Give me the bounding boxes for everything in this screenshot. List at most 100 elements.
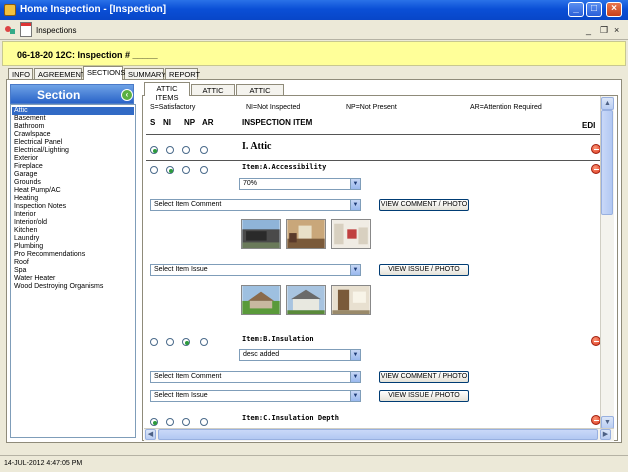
section-item-bathroom[interactable]: Bathroom [14, 123, 134, 131]
section-list-title: Section [37, 88, 81, 102]
window-title-bar: Home Inspection - [Inspection] _ □ × [0, 0, 628, 20]
section-item-roof[interactable]: Roof [14, 259, 134, 267]
issue-photo-2[interactable] [286, 285, 326, 315]
item-a-issue-placeholder: Select Item Issue [154, 266, 208, 273]
scroll-left-icon[interactable]: ◀ [145, 429, 156, 440]
section-item-heat-pump-ac[interactable]: Heat Pump/AC [14, 187, 134, 195]
section-item-water-heater[interactable]: Water Heater [14, 275, 134, 283]
section-item-grounds[interactable]: Grounds [14, 179, 134, 187]
chevron-down-icon[interactable]: ▼ [350, 372, 360, 382]
minimize-button[interactable]: _ [568, 2, 584, 17]
section-item-kitchen[interactable]: Kitchen [14, 227, 134, 235]
chevron-left-icon[interactable]: ‹ [121, 89, 133, 101]
legend-satisfactory: S=Satisfactory [150, 104, 196, 111]
item-b-radio-s[interactable] [150, 338, 158, 346]
section-item-basement[interactable]: Basement [14, 115, 134, 123]
item-b-comment-select[interactable]: Select Item Comment ▼ [150, 371, 361, 383]
column-edit: EDI [582, 121, 596, 130]
section-item-garage[interactable]: Garage [14, 171, 134, 179]
section-item-wood-destroying-organisms[interactable]: Wood Destroying Organisms [14, 283, 134, 291]
tab-sections[interactable]: SECTIONS [83, 66, 125, 80]
item-a-value-select[interactable]: 70% ▼ [239, 178, 361, 190]
item-a-comment-placeholder: Select Item Comment [154, 201, 222, 208]
close-button[interactable]: × [606, 2, 622, 17]
item-c-radio-ar[interactable] [200, 418, 208, 426]
section-item-heating[interactable]: Heating [14, 195, 134, 203]
section-item-interior[interactable]: Interior [14, 211, 134, 219]
item-c-title: Item:C.Insulation Depth [242, 414, 339, 422]
chevron-down-icon[interactable]: ▼ [350, 200, 360, 210]
mdi-restore-button[interactable]: ❐ [600, 25, 608, 36]
status-bar: 14-JUL-2012 4:47:05 PM [0, 455, 628, 472]
item-c-radio-np[interactable] [182, 418, 190, 426]
item-a-radio-ni[interactable] [166, 166, 174, 174]
chevron-down-icon[interactable]: ▼ [350, 179, 360, 189]
item-b-value-select[interactable]: desc added ▼ [239, 349, 361, 361]
horizontal-scroll-thumb[interactable] [158, 429, 598, 440]
scroll-right-icon[interactable]: ▶ [600, 429, 611, 440]
vertical-scroll-thumb[interactable] [601, 110, 613, 215]
scroll-up-icon[interactable]: ▲ [601, 97, 614, 110]
section-item-crawlspace[interactable]: Crawlspace [14, 131, 134, 139]
window-title: Home Inspection - [Inspection] [20, 4, 167, 15]
item-a-view-comment-button[interactable]: VIEW COMMENT / PHOTO [379, 199, 469, 211]
maximize-button[interactable]: □ [586, 2, 602, 17]
item-b-title: Item:B.Insulation [242, 335, 314, 343]
section-item-pro-recommendations[interactable]: Pro Recommendations [14, 251, 134, 259]
section-item-electrical-lighting[interactable]: Electrical/Lighting [14, 147, 134, 155]
item-b-issue-placeholder: Select Item Issue [154, 392, 208, 399]
section-radio-s[interactable] [150, 146, 158, 154]
item-a-comment-select[interactable]: Select Item Comment ▼ [150, 199, 361, 211]
tab-attic-items[interactable]: ATTIC ITEMS [144, 82, 190, 102]
section-radio-ar[interactable] [200, 146, 208, 154]
mdi-close-button[interactable]: × [614, 25, 619, 35]
mdi-child-bar: Inspections _ ❐ × [0, 20, 628, 40]
section-list[interactable]: Attic Basement Bathroom Crawlspace Electrica… [10, 104, 136, 438]
item-a-issue-select[interactable]: Select Item Issue ▼ [150, 264, 361, 276]
section-item-inspection-notes[interactable]: Inspection Notes [14, 203, 134, 211]
section-item-fireplace[interactable]: Fireplace [14, 163, 134, 171]
item-b-radio-ni[interactable] [166, 338, 174, 346]
chevron-down-icon[interactable]: ▼ [350, 265, 360, 275]
document-icon [20, 22, 32, 37]
section-item-exterior[interactable]: Exterior [14, 155, 134, 163]
chevron-down-icon[interactable]: ▼ [350, 350, 360, 360]
section-item-interior-old[interactable]: Interior/old [14, 219, 134, 227]
item-b-view-issue-button[interactable]: VIEW ISSUE / PHOTO [379, 390, 469, 402]
item-a-value: 70% [243, 180, 258, 187]
item-a-radio-np[interactable] [182, 166, 190, 174]
mdi-minimize-button[interactable]: _ [586, 25, 591, 35]
column-np: NP [184, 118, 196, 127]
item-c-radio-s[interactable] [150, 418, 158, 426]
comment-photo-2[interactable] [286, 219, 326, 249]
item-b-comment-placeholder: Select Item Comment [154, 373, 222, 380]
issue-photo-3[interactable] [331, 285, 371, 315]
section-radio-np[interactable] [182, 146, 190, 154]
section-radio-ni[interactable] [166, 146, 174, 154]
item-b-issue-select[interactable]: Select Item Issue ▼ [150, 390, 361, 402]
legend-attention-required: AR=Attention Required [470, 104, 542, 111]
section-item-spa[interactable]: Spa [14, 267, 134, 275]
comment-photo-1[interactable] [241, 219, 281, 249]
item-c-radio-ni[interactable] [166, 418, 174, 426]
column-inspection-item: INSPECTION ITEM [242, 118, 313, 127]
status-datetime: 14-JUL-2012 4:47:05 PM [4, 460, 83, 467]
divider [146, 160, 602, 161]
mdi-app-icon[interactable] [4, 24, 16, 36]
comment-photo-3[interactable] [331, 219, 371, 249]
item-b-radio-ar[interactable] [200, 338, 208, 346]
issue-photo-1[interactable] [241, 285, 281, 315]
chevron-down-icon[interactable]: ▼ [350, 391, 360, 401]
item-a-radio-ar[interactable] [200, 166, 208, 174]
legend-not-inspected: NI=Not Inspected [246, 104, 301, 111]
item-a-radio-s[interactable] [150, 166, 158, 174]
section-item-attic[interactable]: Attic [12, 107, 134, 115]
item-a-view-issue-button[interactable]: VIEW ISSUE / PHOTO [379, 264, 469, 276]
item-b-view-comment-button[interactable]: VIEW COMMENT / PHOTO [379, 371, 469, 383]
section-item-laundry[interactable]: Laundry [14, 235, 134, 243]
mdi-title: Inspections [36, 26, 77, 35]
section-item-electrical-panel[interactable]: Electrical Panel [14, 139, 134, 147]
divider [146, 134, 602, 135]
item-b-radio-np[interactable] [182, 338, 190, 346]
section-item-plumbing[interactable]: Plumbing [14, 243, 134, 251]
